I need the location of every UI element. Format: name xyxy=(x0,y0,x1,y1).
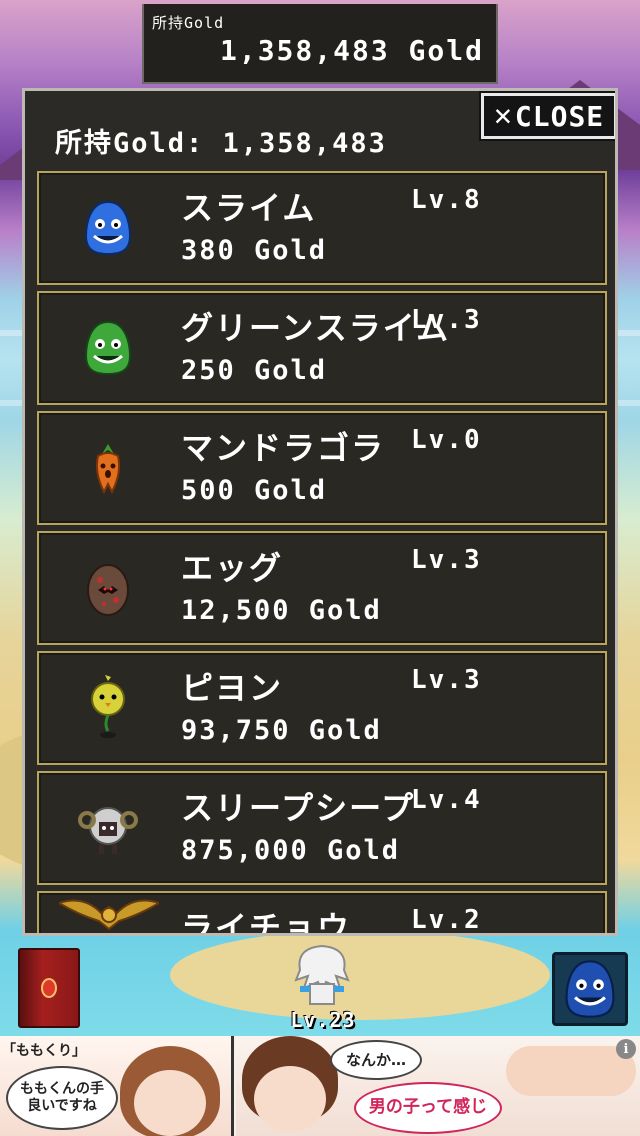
monster-item-egg[interactable]: エッグ Lv.3 12,500 Gold xyxy=(37,531,607,645)
close-x-icon: ✕ xyxy=(493,98,513,133)
ad-boy-face xyxy=(254,1066,326,1132)
monster-level: Lv.3 xyxy=(411,545,482,575)
monster-level: Lv.0 xyxy=(411,425,482,455)
sheep-icon xyxy=(75,795,141,861)
monster-level: Lv.2 xyxy=(411,905,482,935)
monster-name: ピヨン xyxy=(181,669,284,707)
monster-level: Lv.3 xyxy=(411,305,482,335)
gold-hud-label: 所持Gold xyxy=(152,14,225,32)
monster-price: 875,000 Gold xyxy=(181,835,401,866)
spellbook-button[interactable] xyxy=(18,948,80,1028)
close-button[interactable]: ✕ CLOSE xyxy=(479,91,615,141)
monster-name: スライム xyxy=(181,189,317,227)
ad-banner[interactable]: 「ももくり」 ももくんの手 良いですね なんか… 男の子って感じ i xyxy=(0,1036,640,1136)
close-button-label: CLOSE xyxy=(514,99,605,133)
green-slime-icon xyxy=(75,315,141,381)
monster-price: 380 Gold xyxy=(181,235,328,266)
monster-item-mandragora[interactable]: マンドラゴラ Lv.0 500 Gold xyxy=(37,411,607,525)
slime-summon-button[interactable] xyxy=(552,952,628,1026)
gold-hud-amount: 1,358,483 Gold xyxy=(219,34,484,67)
hero-sprite-icon xyxy=(294,944,350,1005)
bird-icon xyxy=(59,895,159,933)
monster-price: 250 Gold xyxy=(181,355,328,386)
monster-level: Lv.4 xyxy=(411,785,482,815)
chick-icon xyxy=(75,675,141,741)
ad-bubble-left: ももくんの手 良いですね xyxy=(6,1066,118,1130)
ad-info-icon[interactable]: i xyxy=(616,1039,636,1059)
monster-price: 500 Gold xyxy=(181,475,328,506)
monster-item-slime[interactable]: スライム Lv.8 380 Gold xyxy=(37,171,607,285)
ad-bubble-mid: なんか… xyxy=(330,1040,422,1080)
monster-name: スリープシープ xyxy=(181,789,416,827)
monster-price: 93,750 Gold xyxy=(181,715,382,746)
slime-button-icon xyxy=(565,960,615,1018)
monster-level: Lv.8 xyxy=(411,185,482,215)
monster-name: グリーンスライム xyxy=(181,309,451,347)
monster-price: 12,500 Gold xyxy=(181,595,382,626)
egg-icon xyxy=(75,555,141,621)
ad-title: 「ももくり」 xyxy=(2,1043,86,1059)
monster-name: マンドラゴラ xyxy=(181,429,386,467)
monster-item-green-slime[interactable]: グリーンスライム Lv.3 250 Gold xyxy=(37,291,607,405)
monster-level: Lv.3 xyxy=(411,665,482,695)
gold-hud: 所持Gold 1,358,483 Gold xyxy=(142,4,498,84)
panel-gold-total: 所持Gold: 1,358,483 xyxy=(55,128,387,159)
mandragora-icon xyxy=(75,435,141,501)
monster-item-raichou[interactable]: ライチョウ Lv.2 xyxy=(37,891,607,936)
monster-list: スライム Lv.8 380 Gold グリーンスライム Lv.3 250 Gol… xyxy=(37,171,607,936)
hero-character[interactable] xyxy=(286,940,358,1012)
monster-item-piyon[interactable]: ピヨン Lv.3 93,750 Gold xyxy=(37,651,607,765)
monster-name: ライチョウ xyxy=(181,909,352,936)
hero-level: Lv.23 xyxy=(290,1008,356,1032)
spellbook-icon xyxy=(41,978,57,998)
blue-slime-icon xyxy=(75,195,141,261)
monster-name: エッグ xyxy=(181,549,284,587)
ad-bubble-right: 男の子って感じ xyxy=(354,1082,502,1134)
monster-item-sleep-sheep[interactable]: スリープシープ Lv.4 875,000 Gold xyxy=(37,771,607,885)
monster-shop-panel: 所持Gold: 1,358,483 ✕ CLOSE スライム Lv.8 380 … xyxy=(22,88,618,936)
ad-girl-face xyxy=(134,1070,206,1136)
